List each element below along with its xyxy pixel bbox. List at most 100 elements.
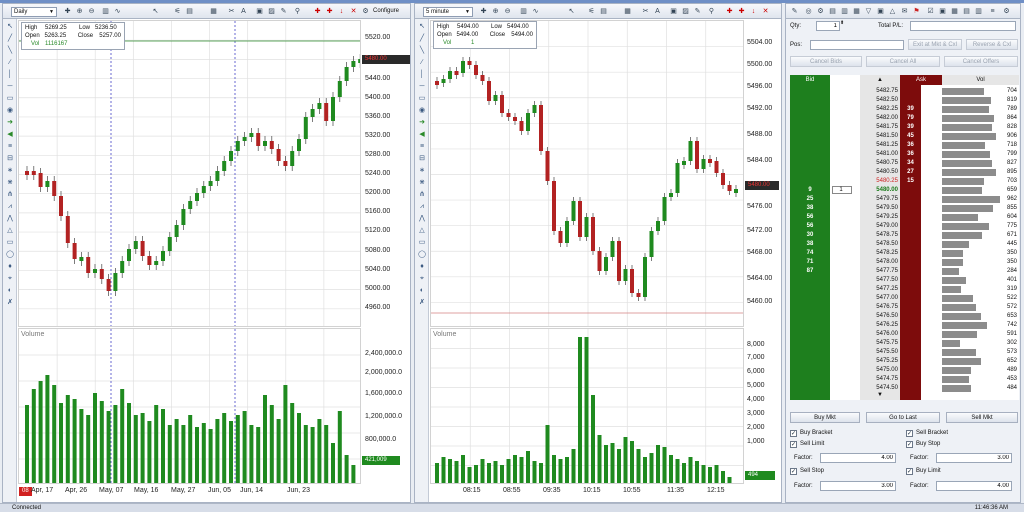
ask-cell[interactable]: 39	[900, 123, 921, 132]
fib-time-icon[interactable]: ⋇	[6, 179, 14, 187]
ask-cell[interactable]	[900, 213, 921, 222]
ask-cell[interactable]	[900, 258, 921, 267]
scroll-up-icon[interactable]: ▲	[860, 75, 900, 85]
sell-bracket-checkbox[interactable]: ✓	[906, 430, 913, 437]
price-plot[interactable]	[18, 20, 361, 327]
ask-cell[interactable]: 27	[900, 168, 921, 177]
strategy-icon[interactable]: ▤	[185, 7, 194, 16]
ladder-icon[interactable]: ▤	[828, 7, 837, 16]
bid-cell[interactable]	[790, 276, 830, 285]
snap-icon[interactable]: ⌖	[418, 275, 426, 283]
ask-cell[interactable]	[900, 249, 921, 258]
ask-cell[interactable]	[900, 96, 921, 105]
cancel-bids-button[interactable]: Cancel Bids	[790, 56, 862, 67]
ray-tool-icon[interactable]: ╲	[418, 47, 426, 55]
ask-cell[interactable]	[900, 339, 921, 348]
bid-cell[interactable]	[790, 87, 830, 96]
ask-cell[interactable]: 45	[900, 132, 921, 141]
vertical-line-icon[interactable]: ─	[418, 83, 426, 91]
bid-cell[interactable]	[790, 384, 830, 393]
crosshair-icon[interactable]: ✚	[479, 7, 488, 16]
ask-cell[interactable]	[900, 321, 921, 330]
ask-cell[interactable]	[900, 384, 921, 393]
properties-icon[interactable]: ▦	[209, 7, 218, 16]
snap-icon[interactable]: ⌖	[6, 275, 14, 283]
bid-cell[interactable]: 71	[790, 258, 830, 267]
save-icon[interactable]: ▣	[938, 7, 947, 16]
sell-stop-factor-field[interactable]	[820, 481, 896, 491]
qty-field[interactable]	[816, 21, 840, 31]
ask-cell[interactable]: 79	[900, 114, 921, 123]
circle-icon[interactable]: ◯	[6, 251, 14, 259]
line-icon[interactable]: ∿	[531, 7, 540, 16]
data-box-icon[interactable]: ▨	[681, 7, 690, 16]
gann-fan-icon[interactable]: ⩘	[6, 203, 14, 211]
pencil-icon[interactable]: ✎	[693, 7, 702, 16]
buy-limit-factor-field[interactable]	[936, 481, 1012, 491]
extended-line-icon[interactable]: ∕	[418, 59, 426, 67]
bid-cell[interactable]: 30	[790, 231, 830, 240]
price-ladder[interactable]: Bid ▲ Ask Vol 5482.75 704 5482.50 819 5482.2…	[790, 75, 1019, 400]
ask-cell[interactable]	[900, 348, 921, 357]
settings2-icon[interactable]: ⚙	[1002, 7, 1011, 16]
ellipse-icon[interactable]: ◉	[418, 107, 426, 115]
buy-bracket-checkbox[interactable]: ✓	[790, 430, 797, 437]
pointer-tool-icon[interactable]: ↖	[6, 23, 14, 31]
indicator-icon[interactable]: ⚟	[587, 7, 596, 16]
remove-drawings-icon[interactable]: ✗	[418, 299, 426, 307]
bid-cell[interactable]: 74	[790, 249, 830, 258]
ruler-icon[interactable]: ▭	[418, 95, 426, 103]
fib-retrace-icon[interactable]: ⊟	[6, 155, 14, 163]
bid-cell[interactable]	[790, 168, 830, 177]
font-icon[interactable]: A	[653, 7, 662, 16]
bid-cell[interactable]: 38	[790, 240, 830, 249]
bid-cell[interactable]	[790, 294, 830, 303]
add-order-icon[interactable]: ✚	[737, 7, 746, 16]
bid-cell[interactable]	[790, 141, 830, 150]
ask-cell[interactable]	[900, 222, 921, 231]
cancel-all-button[interactable]: Cancel All	[866, 56, 940, 67]
ask-cell[interactable]	[900, 231, 921, 240]
hide-icon[interactable]: ◐	[418, 287, 426, 295]
fib-ext-icon[interactable]: ∗	[418, 167, 426, 175]
ask-cell[interactable]	[900, 267, 921, 276]
arrow-left-icon[interactable]: ◀	[6, 131, 14, 139]
bid-cell[interactable]: 56	[790, 222, 830, 231]
sell-market-button[interactable]: Sell Mkt	[946, 412, 1018, 423]
bid-cell[interactable]	[790, 96, 830, 105]
bid-cell[interactable]	[790, 132, 830, 141]
arrow-left-icon[interactable]: ◀	[418, 131, 426, 139]
marker-icon[interactable]: ♦	[6, 263, 14, 271]
ask-cell[interactable]	[900, 330, 921, 339]
crosshair-icon[interactable]: ✚	[63, 7, 72, 16]
bid-cell[interactable]	[790, 366, 830, 375]
circle-icon[interactable]: ◯	[418, 251, 426, 259]
filter-icon[interactable]: ▽	[864, 7, 873, 16]
ask-cell[interactable]: 34	[900, 159, 921, 168]
buy-stop-checkbox[interactable]: ✓	[906, 441, 913, 448]
strategy-icon[interactable]: ▤	[962, 7, 971, 16]
ask-cell[interactable]: 36	[900, 141, 921, 150]
ask-cell[interactable]	[900, 366, 921, 375]
buy-stop-factor-field[interactable]	[936, 453, 1012, 463]
globe-icon[interactable]: ◎	[804, 7, 813, 16]
bid-cell[interactable]: 9	[790, 186, 830, 195]
bid-cell[interactable]	[790, 321, 830, 330]
extended-line-icon[interactable]: ∕	[6, 59, 14, 67]
timeframe-select[interactable]: 5 minute ▼	[423, 7, 473, 17]
bar-type-icon[interactable]: ▥	[519, 7, 528, 16]
link-icon[interactable]: ⚲	[707, 7, 716, 16]
link-icon[interactable]: ⚲	[293, 7, 302, 16]
vertical-line-icon[interactable]: ─	[6, 83, 14, 91]
strategy-icon[interactable]: ▤	[599, 7, 608, 16]
bid-cell[interactable]	[790, 114, 830, 123]
flag-icon[interactable]: ⚑	[912, 7, 921, 16]
bid-cell[interactable]	[790, 348, 830, 357]
zoom-in-icon[interactable]: ⊕	[491, 7, 500, 16]
remove-icon[interactable]: ✕	[349, 7, 358, 16]
ask-cell[interactable]	[900, 240, 921, 249]
ask-cell[interactable]: 36	[900, 150, 921, 159]
exit-at-market-button[interactable]: Exit at Mkt & Cxl	[908, 39, 962, 50]
scroll-icon[interactable]: ≡	[988, 7, 997, 16]
ellipse-icon[interactable]: ◉	[6, 107, 14, 115]
